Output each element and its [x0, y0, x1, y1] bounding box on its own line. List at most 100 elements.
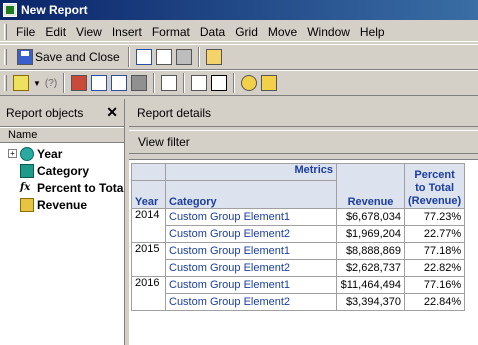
category-header[interactable]: Category	[165, 180, 337, 209]
window-title: New Report	[21, 3, 88, 17]
toolbar-separator	[63, 73, 66, 93]
title-bar: New Report	[0, 0, 478, 20]
standard-toolbar: Save and Close	[0, 44, 478, 70]
attribute-category-icon	[20, 163, 34, 178]
category-cell[interactable]: Custom Group Element2	[165, 259, 337, 277]
year-cell[interactable]: 2015	[131, 242, 166, 277]
grid-corner-cell	[131, 163, 166, 181]
toolbar-separator	[183, 73, 186, 93]
revenue-header[interactable]: Revenue	[336, 163, 405, 209]
document-icon[interactable]	[161, 75, 178, 91]
revenue-cell[interactable]: $11,464,494	[336, 276, 405, 294]
report-app-icon	[3, 3, 17, 17]
tree-item-year[interactable]: + Year	[0, 145, 124, 162]
tree-item-label: Revenue	[37, 197, 88, 212]
report-editor: Report details View filter Metrics Reven…	[129, 99, 478, 345]
category-cell[interactable]: Custom Group Element1	[165, 276, 337, 294]
revenue-cell[interactable]: $3,394,370	[336, 293, 405, 311]
revenue-cell[interactable]: $2,628,737	[336, 259, 405, 277]
table-row: 2016 Custom Group Element1 $11,464,494 7…	[131, 276, 466, 311]
fx-metric-icon: fx	[20, 182, 31, 193]
category-cell[interactable]: Custom Group Element2	[165, 293, 337, 311]
percent-cell[interactable]: 22.77%	[403, 225, 466, 243]
dropdown-caret-icon[interactable]: ▼	[33, 79, 41, 88]
menu-data[interactable]: Data	[195, 23, 230, 41]
report-objects-tree: + Year Category fx Percent to Tota Reven…	[0, 143, 124, 213]
menu-move[interactable]: Move	[263, 23, 302, 41]
percent-cell[interactable]: 77.23%	[403, 208, 466, 226]
category-cell[interactable]: Custom Group Element2	[165, 225, 337, 243]
percent-cell[interactable]: 22.82%	[403, 259, 466, 277]
save-icon	[17, 49, 33, 65]
revenue-cell[interactable]: $1,969,204	[336, 225, 405, 243]
percent-cell[interactable]: 77.16%	[403, 276, 466, 294]
data-toolbar: ▼ (?)	[0, 70, 478, 96]
category-cell[interactable]: Custom Group Element1	[165, 242, 337, 260]
report-objects-title: Report objects	[6, 105, 84, 120]
percent-cell[interactable]: 22.84%	[403, 293, 466, 311]
view-filter-label: View filter	[138, 135, 190, 149]
menu-grip[interactable]	[4, 23, 7, 40]
menu-edit[interactable]: Edit	[40, 23, 71, 41]
open-book-icon[interactable]	[135, 49, 152, 65]
report-grid-pane: Metrics Revenue Percent to Total (Revenu…	[129, 159, 478, 345]
year-header[interactable]: Year	[131, 180, 166, 209]
report-objects-panel: Report objects ✕ Name + Year Category fx…	[0, 99, 125, 345]
percent-to-total-header[interactable]: Percent to Total (Revenue)	[403, 163, 466, 209]
tree-item-label: Year	[37, 146, 63, 161]
filter-icon[interactable]	[111, 75, 128, 91]
view-filter-bar[interactable]: View filter	[129, 130, 478, 154]
revenue-cell[interactable]: $6,678,034	[336, 208, 405, 226]
sort-icon[interactable]: (?)	[45, 78, 57, 89]
percent-cell[interactable]: 77.18%	[403, 242, 466, 260]
print-icon[interactable]	[175, 49, 192, 65]
table-row: Custom Group Element2 $2,628,737 22.82%	[132, 259, 466, 277]
menu-format[interactable]: Format	[147, 23, 195, 41]
menu-file[interactable]: File	[11, 23, 40, 41]
tree-item-label: Percent to Tota	[37, 180, 124, 195]
schedule-icon[interactable]	[241, 75, 258, 91]
tree-item-percent-to-total[interactable]: fx Percent to Tota	[0, 179, 124, 196]
table-row: 2015 Custom Group Element1 $8,888,869 77…	[131, 242, 466, 277]
toolbar-separator	[127, 47, 130, 67]
year-cell[interactable]: 2016	[131, 276, 166, 311]
save-and-close-button[interactable]: Save and Close	[11, 46, 124, 68]
menu-grid[interactable]: Grid	[230, 23, 263, 41]
menu-view[interactable]: View	[71, 23, 107, 41]
graph-icon[interactable]	[261, 75, 278, 91]
tree-item-category[interactable]: Category	[0, 162, 124, 179]
metric-icon	[20, 197, 34, 212]
close-icon[interactable]: ✕	[106, 104, 118, 121]
attribute-year-icon	[20, 146, 34, 161]
toolbar-grip[interactable]	[4, 49, 7, 65]
toolbar-separator	[153, 73, 156, 93]
stop-icon[interactable]	[131, 75, 148, 91]
objects-icon[interactable]	[71, 75, 88, 91]
category-cell[interactable]: Custom Group Element1	[165, 208, 337, 226]
revenue-cell[interactable]: $8,888,869	[336, 242, 405, 260]
metrics-header[interactable]: Metrics	[165, 163, 337, 181]
tree-item-revenue[interactable]: Revenue	[0, 196, 124, 213]
find-icon[interactable]	[191, 75, 208, 91]
tree-item-label: Category	[37, 163, 90, 178]
menu-insert[interactable]: Insert	[107, 23, 147, 41]
toolbar-grip[interactable]	[4, 75, 7, 91]
grid-view-icon[interactable]	[91, 75, 108, 91]
toolbar-separator	[197, 47, 200, 67]
export-icon[interactable]	[211, 75, 228, 91]
report-grid: Metrics Revenue Percent to Total (Revenu…	[131, 163, 466, 311]
menu-help[interactable]: Help	[355, 23, 390, 41]
report-objects-header: Report objects ✕	[0, 99, 124, 127]
report-details-bar[interactable]: Report details	[129, 99, 478, 127]
name-column-header[interactable]: Name	[0, 127, 124, 143]
properties-icon[interactable]	[205, 49, 222, 65]
print-preview-icon[interactable]	[155, 49, 172, 65]
pencil-icon[interactable]	[13, 75, 29, 91]
report-details-title: Report details	[137, 105, 212, 120]
table-row: Custom Group Element2 $1,969,204 22.77%	[132, 225, 466, 243]
save-and-close-label: Save and Close	[35, 50, 120, 64]
year-cell[interactable]: 2014	[131, 208, 166, 243]
menu-window[interactable]: Window	[302, 23, 355, 41]
expand-icon[interactable]: +	[8, 149, 17, 158]
table-row: Custom Group Element2 $3,394,370 22.84%	[132, 293, 466, 311]
